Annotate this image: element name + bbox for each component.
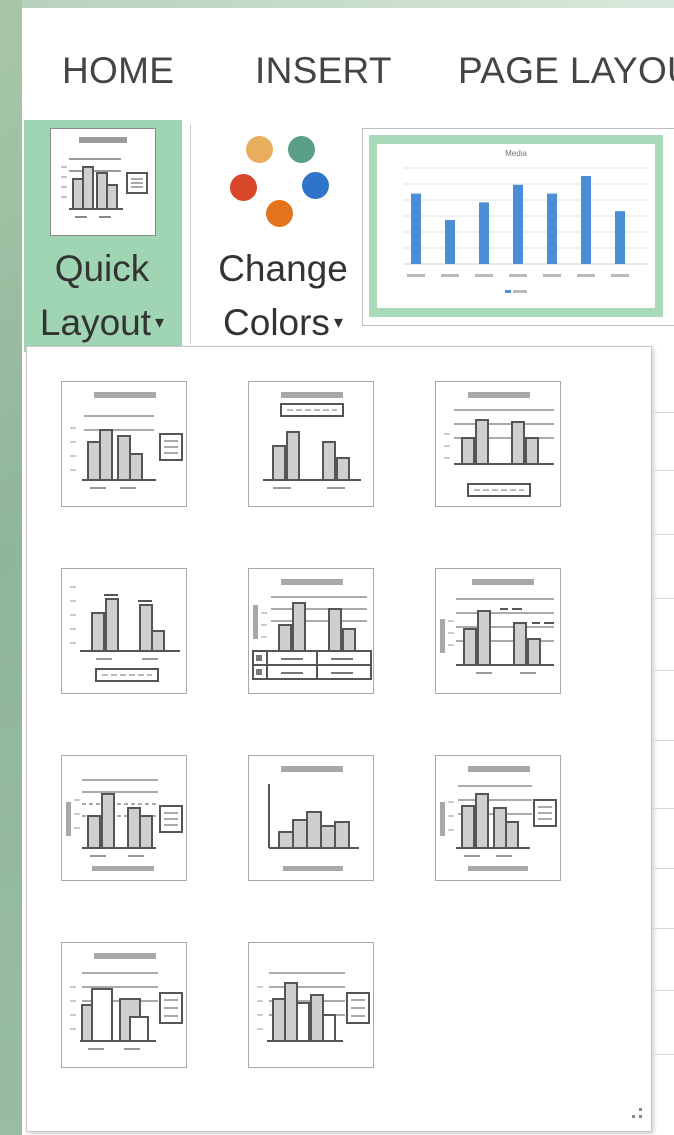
- layout-2-icon: [263, 392, 361, 489]
- chart-style-tick-label: [543, 274, 561, 277]
- layout-4-icon: [70, 586, 180, 682]
- layout-1-option[interactable]: [61, 381, 187, 507]
- chart-style-tick-label: [577, 274, 595, 277]
- tab-page-layout[interactable]: PAGE LAYOU: [458, 50, 674, 92]
- layout-11-icon: [257, 972, 370, 1042]
- layout-6-option[interactable]: [435, 568, 561, 694]
- chart-style-bar: [445, 220, 455, 264]
- color-dot-icon: [230, 174, 257, 201]
- chart-style-tick-label: [441, 274, 459, 277]
- layout-8-option[interactable]: [248, 755, 374, 881]
- tab-home[interactable]: HOME: [62, 50, 174, 92]
- chart-style-bar: [547, 193, 557, 264]
- tab-insert[interactable]: INSERT: [255, 50, 392, 92]
- change-colors-label-1: Change: [218, 248, 348, 289]
- chart-style-bar: [479, 202, 489, 264]
- sheet-gridline: [650, 1054, 674, 1055]
- layout-2-option[interactable]: [248, 381, 374, 507]
- sheet-gridline: [650, 928, 674, 929]
- sheet-gridline: [650, 598, 674, 599]
- layout-6-icon: [440, 579, 554, 674]
- chart-style-preview: Media: [377, 144, 655, 308]
- sheet-gridline: [650, 808, 674, 809]
- layout-7-icon: [66, 779, 183, 871]
- sheet-gridline: [650, 740, 674, 741]
- color-dot-icon: [266, 200, 293, 227]
- quick-layout-label-1: Quick: [54, 248, 150, 289]
- layout-11-option[interactable]: [248, 942, 374, 1068]
- chart-style-bar: [615, 211, 625, 264]
- layout-9-option[interactable]: [435, 755, 561, 881]
- sheet-gridline: [650, 470, 674, 471]
- chevron-down-icon: ▾: [333, 311, 343, 332]
- color-dot-icon: [302, 172, 329, 199]
- chart-style-tick-label: [611, 274, 629, 277]
- layout-5-icon: [252, 579, 372, 680]
- layout-1-icon: [70, 392, 183, 489]
- quick-layout-label-2: Layout ▾: [22, 302, 182, 344]
- change-colors-label-text: Colors: [223, 302, 330, 343]
- layout-5-option[interactable]: [248, 568, 374, 694]
- sheet-gridline: [650, 670, 674, 671]
- chart-style-title: Media: [505, 149, 527, 158]
- color-dot-icon: [288, 136, 315, 163]
- chart-style-tick-label: [475, 274, 493, 277]
- quick-layout-icon: [50, 128, 156, 236]
- excel-window: HOME INSERT PAGE LAYOU Quick Layout ▾ Ch…: [22, 0, 674, 1135]
- chart-style-bars: [407, 176, 629, 277]
- chart-style-1[interactable]: Media: [369, 135, 663, 317]
- chart-style-bar: [513, 184, 523, 264]
- layout-3-icon: [444, 392, 554, 497]
- layout-10-option[interactable]: [61, 942, 187, 1068]
- chart-style-tick-label: [407, 274, 425, 277]
- resize-grip-icon[interactable]: [627, 1104, 643, 1125]
- chart-styles-gallery: Media: [362, 128, 674, 326]
- sheet-gridline: [650, 990, 674, 991]
- color-dot-icon: [246, 136, 273, 163]
- ribbon-separator: [190, 124, 191, 344]
- quick-layout-gallery: [26, 346, 652, 1132]
- layout-7-option[interactable]: [61, 755, 187, 881]
- chevron-down-icon: ▾: [155, 311, 165, 332]
- change-colors-button[interactable]: Change Colors ▾: [208, 120, 358, 352]
- quick-layout-label-text: Layout: [39, 302, 152, 343]
- layout-10-icon: [70, 953, 183, 1050]
- sheet-gridline: [650, 534, 674, 535]
- sheet-gridline: [650, 412, 674, 413]
- chart-tools-ribbon: Quick Layout ▾ Change Colors ▾ Media: [22, 112, 674, 352]
- chart-style-bar: [581, 176, 591, 264]
- layout-4-option[interactable]: [61, 568, 187, 694]
- layout-9-icon: [440, 766, 557, 871]
- change-colors-label-2: Colors ▾: [200, 302, 366, 344]
- quick-layout-button[interactable]: Quick Layout ▾: [24, 120, 182, 352]
- ribbon-tab-bar: HOME INSERT PAGE LAYOU: [22, 8, 674, 113]
- sheet-gridline: [650, 868, 674, 869]
- layout-8-icon: [268, 766, 359, 871]
- title-bar: [22, 0, 674, 8]
- chart-style-tick-label: [509, 274, 527, 277]
- chart-style-bar: [411, 193, 421, 264]
- layout-3-option[interactable]: [435, 381, 561, 507]
